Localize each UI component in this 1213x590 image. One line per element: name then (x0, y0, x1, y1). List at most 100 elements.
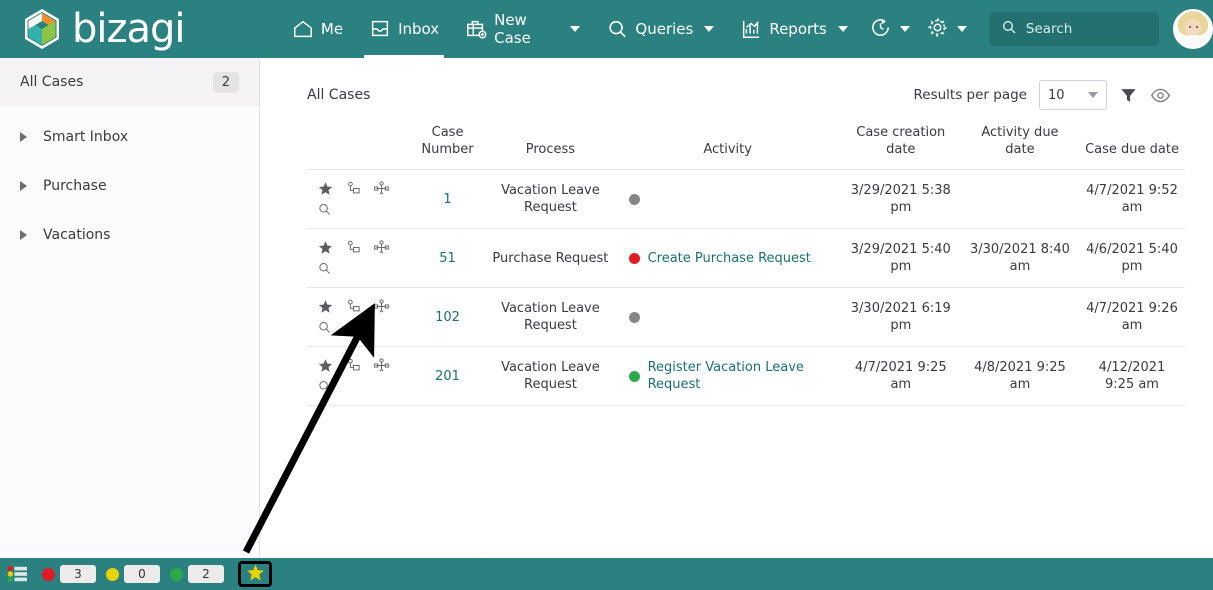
col-header-case-number: Case Number (421, 125, 474, 157)
status-overdue[interactable]: 3 (42, 565, 96, 583)
star-icon[interactable] (311, 179, 339, 198)
nav-item-inbox-label: Inbox (398, 20, 440, 38)
sidebar-item-vacations[interactable]: Vacations (0, 210, 259, 259)
workflow-icon[interactable] (339, 179, 367, 198)
inbox-icon (369, 18, 391, 40)
table-row[interactable]: 51 Purchase Request Create Purchase Reques… (307, 228, 1185, 288)
clock-refresh-icon (869, 16, 892, 43)
sidebar-item-label: Purchase (43, 177, 107, 194)
nav-settings-button[interactable] (918, 0, 975, 58)
filter-icon[interactable] (1119, 86, 1138, 105)
activity-status-dot (628, 193, 640, 205)
cell-activity: Register Vacation Leave Request (614, 346, 841, 406)
user-avatar[interactable] (1173, 9, 1213, 49)
chevron-down-icon (837, 26, 848, 32)
cell-activity-due-date: 3/30/2021 8:40 am (960, 228, 1080, 288)
process-tree-icon[interactable] (367, 356, 395, 375)
workflow-icon[interactable] (339, 238, 367, 257)
brand-logo[interactable]: bizagi (0, 7, 265, 51)
nav-item-me-label: Me (320, 20, 344, 38)
status-count-yellow: 0 (124, 565, 160, 583)
magnifier-icon[interactable] (311, 318, 397, 337)
cell-activity (614, 287, 841, 347)
chevron-right-icon (20, 131, 27, 142)
table-row[interactable]: 1 Vacation Leave Request 3/29/2021 5:38 pm… (307, 169, 1185, 229)
cell-process: Purchase Request (486, 228, 615, 288)
nav-item-new-case-label: New Case (494, 11, 531, 47)
status-at-risk[interactable]: 0 (106, 565, 160, 583)
activity-link[interactable]: Create Purchase Request (648, 250, 811, 267)
chevron-down-icon (956, 26, 967, 32)
status-dot-red (42, 567, 55, 581)
chevron-right-icon (20, 180, 27, 191)
magnifier-icon[interactable] (311, 200, 397, 219)
sidebar-item-purchase[interactable]: Purchase (0, 161, 259, 210)
sidebar-header-all-cases[interactable]: All Cases 2 (0, 58, 259, 106)
results-per-page-select[interactable]: 10 (1039, 80, 1107, 110)
nav-item-new-case[interactable]: New Case (452, 0, 593, 58)
cell-case-due-date: 4/7/2021 9:26 am (1079, 287, 1185, 347)
cell-activity: Create Purchase Request (614, 228, 841, 288)
nav-item-inbox[interactable]: Inbox (356, 0, 452, 58)
cell-activity-due-date: 4/8/2021 9:25 am (960, 346, 1080, 406)
cell-process: Vacation Leave Request (486, 287, 615, 347)
status-count-green: 2 (188, 565, 224, 583)
nav-item-me[interactable]: Me (279, 0, 356, 58)
results-per-page-label: Results per page (913, 87, 1027, 103)
case-number-link[interactable]: 102 (435, 310, 460, 325)
search-box[interactable]: Search (988, 12, 1159, 46)
magnifier-icon[interactable] (311, 377, 397, 396)
magnifier-icon (606, 18, 628, 40)
favorites-toggle[interactable] (238, 561, 272, 587)
cell-case-creation-date: 3/29/2021 5:40 pm (840, 228, 961, 288)
gear-icon (926, 16, 949, 43)
status-on-time[interactable]: 2 (170, 565, 224, 583)
cell-case-due-date: 4/6/2021 5:40 pm (1079, 228, 1185, 288)
results-per-page-control: Results per page 10 (914, 80, 1171, 110)
bottom-status-bar: 3 0 2 (0, 558, 1213, 590)
case-list-icon[interactable] (4, 562, 32, 586)
star-icon[interactable] (311, 297, 339, 316)
process-tree-icon[interactable] (367, 238, 395, 257)
avatar-eye-right (1196, 26, 1198, 28)
activity-status-dot (628, 252, 640, 264)
cell-process: Vacation Leave Request (486, 169, 615, 229)
chevron-down-icon (570, 26, 581, 32)
cell-case-creation-date: 4/7/2021 9:25 am (840, 346, 961, 406)
cases-table: Case Number Process Activity Case creati… (307, 124, 1185, 406)
status-dot-yellow (106, 567, 119, 581)
cell-activity-due-date (960, 169, 1080, 229)
process-tree-icon[interactable] (367, 179, 395, 198)
star-icon[interactable] (311, 238, 339, 257)
row-actions (307, 228, 409, 288)
sidebar-item-smart-inbox[interactable]: Smart Inbox (0, 112, 259, 161)
magnifier-icon[interactable] (311, 259, 397, 278)
workflow-icon[interactable] (339, 356, 367, 375)
chevron-down-icon (1088, 92, 1098, 98)
case-number-link[interactable]: 51 (439, 251, 456, 266)
nav-item-reports-label: Reports (769, 20, 827, 38)
nav-recent-button[interactable] (861, 0, 918, 58)
nav-item-queries[interactable]: Queries (593, 0, 727, 58)
sidebar-item-label: Smart Inbox (43, 128, 129, 145)
chevron-down-icon (899, 26, 910, 32)
process-tree-icon[interactable] (367, 297, 395, 316)
home-icon (292, 18, 314, 40)
case-number-link[interactable]: 1 (443, 192, 451, 207)
cases-table-head: Case Number Process Activity Case creati… (307, 124, 1185, 170)
chevron-right-icon (20, 229, 27, 240)
table-row[interactable]: 201 Vacation Leave Request Register Vacati… (307, 346, 1185, 406)
workflow-icon[interactable] (339, 297, 367, 316)
eye-icon[interactable] (1150, 85, 1171, 106)
main-header: All Cases Results per page 10 (261, 58, 1213, 110)
table-row[interactable]: 102 Vacation Leave Request 3/30/2021 6:19 … (307, 287, 1185, 347)
cell-process: Vacation Leave Request (486, 346, 615, 406)
case-number-link[interactable]: 201 (435, 369, 460, 384)
activity-link[interactable]: Register Vacation Leave Request (648, 359, 837, 393)
cell-case-number: 51 (408, 228, 487, 288)
row-actions (307, 287, 409, 347)
cell-case-number: 201 (408, 346, 487, 406)
sidebar-item-label: Vacations (43, 226, 111, 243)
nav-item-reports[interactable]: Reports (727, 0, 861, 58)
star-icon[interactable] (311, 356, 339, 375)
